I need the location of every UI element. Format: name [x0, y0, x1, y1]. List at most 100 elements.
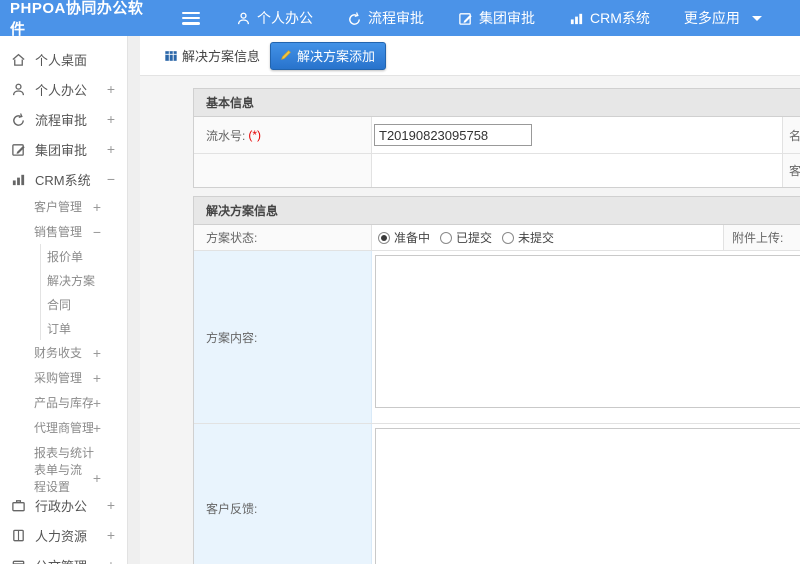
serial-input[interactable]	[374, 124, 532, 146]
sidebar-item-admin-office[interactable]: 行政办公 +	[0, 490, 127, 520]
sidebar-item-agents[interactable]: 代理商管理 +	[0, 415, 127, 440]
tab-bar: 解决方案信息 解决方案添加	[140, 36, 800, 76]
edit-square-icon	[12, 143, 25, 156]
sidebar-item-crm[interactable]: CRM系统 −	[0, 164, 127, 194]
sidebar-item-customer-mgmt[interactable]: 客户管理 +	[0, 194, 127, 219]
expand-icon[interactable]: +	[107, 557, 115, 564]
sidebar-item-desktop[interactable]: 个人桌面	[0, 44, 127, 74]
top-navbar: PHPOA协同办公软件 个人办公 流程审批 集团审批 CRM系统 更多应用	[0, 0, 800, 38]
sidebar-item-order[interactable]: 订单	[41, 316, 127, 340]
expand-icon[interactable]: +	[93, 395, 101, 411]
feedback-editor-cell	[372, 424, 800, 564]
person-icon	[237, 12, 250, 24]
sidebar-item-finance[interactable]: 财务收支 +	[0, 340, 127, 365]
sidebar-item-label: 公文管理	[35, 556, 107, 564]
home-icon	[12, 53, 25, 66]
radio-label: 未提交	[518, 231, 555, 245]
caret-down-icon[interactable]	[751, 15, 762, 21]
nav-personal-office[interactable]: 个人办公	[236, 8, 313, 28]
attachment-label: 附件上传:	[732, 231, 784, 245]
tab-solution-info[interactable]: 解决方案信息	[164, 46, 260, 65]
expand-icon[interactable]: +	[93, 199, 101, 215]
radio-icon[interactable]	[378, 231, 390, 244]
briefcase-icon	[12, 499, 25, 511]
nav-label: 个人办公	[257, 10, 313, 26]
serial-row: 流水号: (*) 名称	[194, 117, 800, 154]
expand-icon[interactable]: +	[93, 470, 101, 486]
radio-not-submitted[interactable]: 未提交	[502, 229, 554, 246]
expand-icon[interactable]: +	[107, 497, 115, 513]
sidebar-item-group-approval[interactable]: 集团审批 +	[0, 134, 127, 164]
nav-group-approval[interactable]: 集团审批	[458, 8, 535, 28]
sidebar-item-label: 人力资源	[35, 528, 88, 544]
sidebar-item-form-workflow-settings[interactable]: 表单与流程设置 +	[0, 463, 127, 494]
sidebar-item-label: 个人办公	[35, 82, 88, 98]
sidebar-item-label: 订单	[47, 321, 72, 336]
top-nav-menu: 个人办公 流程审批 集团审批 CRM系统 更多应用	[236, 8, 762, 28]
radio-submitted[interactable]: 已提交	[440, 229, 492, 246]
sidebar-item-label: 行政办公	[35, 498, 88, 514]
solution-info-table: 解决方案信息 方案状态: 准备中 已提交 未提交 附件上传: 方案内容: 客户反…	[193, 196, 800, 564]
empty-value-cell	[372, 154, 783, 187]
radio-icon[interactable]	[502, 231, 515, 244]
bar-chart-icon	[570, 13, 583, 24]
feedback-label: 客户反馈:	[206, 502, 258, 516]
expand-icon[interactable]: +	[107, 527, 115, 543]
main-panel: 解决方案信息 解决方案添加 基本信息 流水号: (*) T20190823095…	[140, 36, 800, 564]
sidebar-item-hr[interactable]: 人力资源 +	[0, 520, 127, 550]
expand-icon[interactable]: +	[93, 370, 101, 386]
sidebar-item-label: 报表与统计	[34, 446, 95, 460]
sidebar-item-label: 解决方案	[47, 273, 96, 288]
undo-arrow-icon	[13, 112, 24, 126]
solution-add-button[interactable]: 解决方案添加	[270, 41, 387, 70]
content-editor-cell	[372, 251, 800, 423]
section-header-basic: 基本信息	[194, 89, 800, 117]
sidebar-item-purchasing[interactable]: 采购管理 +	[0, 365, 127, 390]
expand-icon[interactable]: +	[93, 345, 101, 361]
nav-label: 流程审批	[368, 10, 424, 26]
content-area: 基本信息 流水号: (*) 名称	[140, 76, 800, 564]
customer-label-cell: 客户	[783, 154, 800, 187]
person-icon	[12, 83, 25, 95]
solution-content-textarea[interactable]	[375, 255, 800, 408]
status-options-cell: 准备中 已提交 未提交	[372, 225, 724, 250]
nav-more-apps[interactable]: 更多应用	[684, 8, 740, 28]
sidebar-item-sales-mgmt[interactable]: 销售管理 −	[0, 219, 127, 244]
required-mark: (*)	[248, 128, 262, 142]
sidebar-item-personal-office[interactable]: 个人办公 +	[0, 74, 127, 104]
sidebar-item-contract[interactable]: 合同	[41, 292, 127, 316]
second-row: 客户	[194, 154, 800, 187]
feedback-row: 客户反馈:	[194, 424, 800, 564]
expand-icon[interactable]: +	[107, 81, 115, 97]
expand-icon[interactable]: +	[107, 141, 115, 157]
sidebar-item-quotation[interactable]: 报价单	[41, 244, 127, 268]
customer-feedback-textarea[interactable]	[375, 428, 800, 564]
sidebar-item-documents[interactable]: 公文管理 +	[0, 550, 127, 564]
edit-square-icon	[459, 12, 472, 25]
sidebar-item-label: 流程审批	[35, 112, 88, 128]
name-label: 名称	[789, 128, 800, 143]
content-label: 方案内容:	[206, 330, 258, 345]
hamburger-menu-icon[interactable]	[182, 11, 200, 25]
sidebar-item-label: 财务收支	[34, 346, 83, 360]
feedback-label-cell: 客户反馈:	[194, 424, 372, 564]
nav-workflow-approval[interactable]: 流程审批	[347, 8, 424, 28]
sidebar: 个人桌面 个人办公 + 流程审批 + 集团审批 + CRM系统 − 客户管理 +…	[0, 36, 128, 564]
tab-label: 解决方案信息	[182, 49, 261, 64]
radio-preparing[interactable]: 准备中	[378, 229, 430, 246]
status-row: 方案状态: 准备中 已提交 未提交 附件上传:	[194, 225, 800, 251]
serial-label-cell: 流水号: (*)	[194, 117, 372, 153]
sidebar-item-solution[interactable]: 解决方案	[41, 268, 127, 292]
expand-icon[interactable]: +	[93, 420, 101, 436]
sidebar-item-products-inventory[interactable]: 产品与库存 +	[0, 390, 127, 415]
sales-submenu: 报价单 解决方案 合同 订单	[40, 244, 127, 340]
collapse-icon[interactable]: −	[107, 171, 115, 187]
nav-crm-system[interactable]: CRM系统	[569, 8, 650, 28]
solution-form: 基本信息 流水号: (*) 名称	[193, 88, 800, 564]
undo-arrow-icon	[349, 11, 360, 25]
serial-label: 流水号:	[206, 128, 246, 143]
sidebar-item-workflow-approval[interactable]: 流程审批 +	[0, 104, 127, 134]
collapse-icon[interactable]: −	[93, 224, 101, 240]
expand-icon[interactable]: +	[107, 111, 115, 127]
radio-icon[interactable]	[440, 231, 453, 244]
